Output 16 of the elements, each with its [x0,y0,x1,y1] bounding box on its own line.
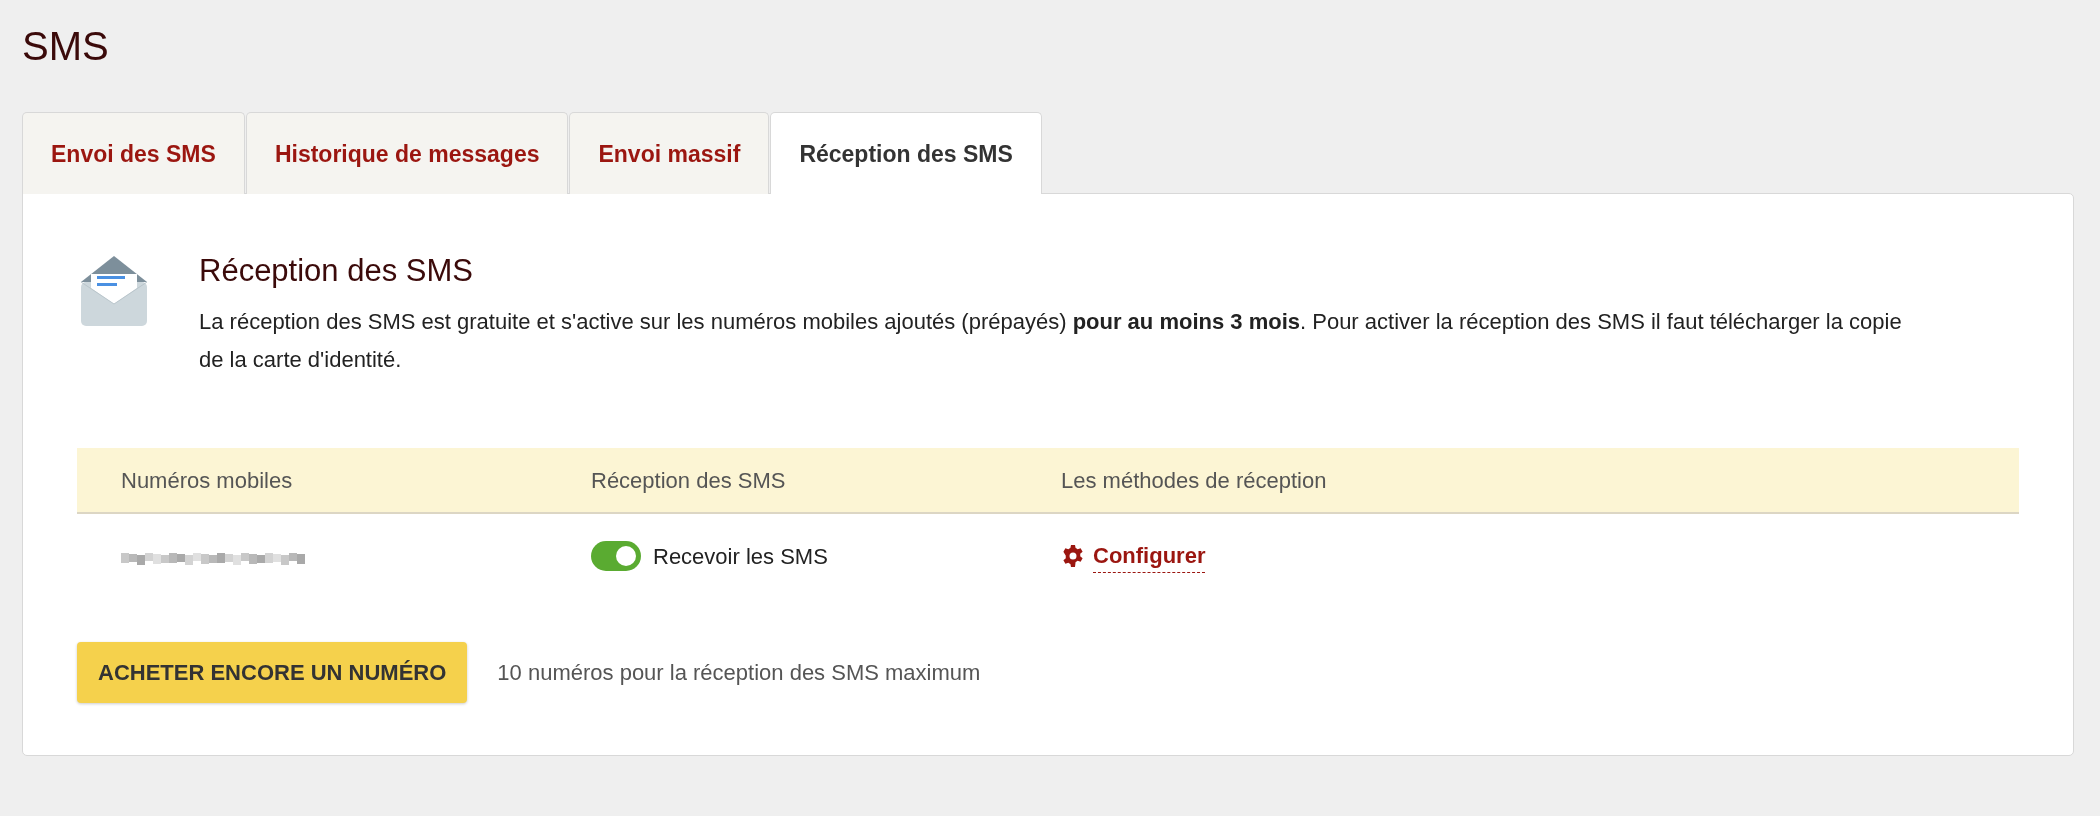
buy-number-button[interactable]: ACHETER ENCORE UN NUMÉRO [77,642,468,704]
tab[interactable]: Réception des SMS [770,112,1042,194]
toggle-switch[interactable] [591,541,641,572]
page-title: SMS [22,23,110,70]
section-heading: Réception des SMS [199,251,474,289]
description-text: La réception des SMS est gratuite et s'active sur les numéros mobiles ajoutés (prépayés) pour au moins 3 mois. Pour activer la réception des SMS il faut télécharger la copie de la carte d'identité. [199,307,1903,374]
gear-icon [1061,544,1085,569]
tab[interactable]: Envoi massif [569,112,770,194]
tab[interactable]: Envoi des SMS [22,112,245,194]
toggle-label: Recevoir les SMS [653,542,828,571]
tab[interactable]: Historique de messages [245,112,569,194]
configure-link[interactable]: Configurer [1093,539,1206,574]
limit-note: 10 numéros pour la réception des SMS maximum [497,659,981,688]
column-header: Les méthodes de réception [1061,467,1327,493]
column-header: Numéros mobiles [121,467,293,493]
column-header: Réception des SMS [591,467,786,493]
